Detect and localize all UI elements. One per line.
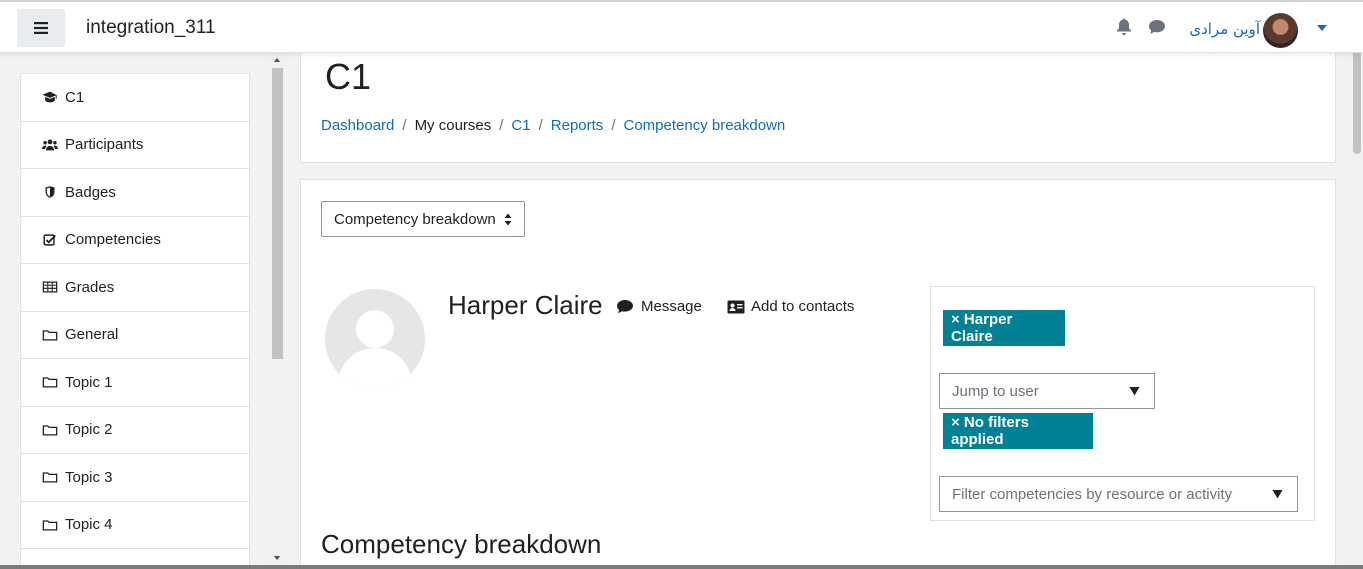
- page-header-card: [300, 43, 1336, 163]
- user-menu-name[interactable]: آوین مرادی: [1180, 20, 1260, 38]
- message-label: Message: [641, 298, 702, 315]
- scroll-down-arrow-icon[interactable]: [274, 556, 280, 560]
- breadcrumb-separator: /: [499, 117, 504, 134]
- user-full-name[interactable]: Harper Claire: [448, 290, 603, 321]
- breadcrumb-separator: /: [402, 117, 407, 134]
- site-name-link[interactable]: integration_311: [86, 17, 216, 39]
- check-square-icon: [41, 232, 59, 248]
- notifications-bell-icon[interactable]: [1116, 18, 1132, 35]
- address-card-icon: [727, 300, 745, 313]
- sidebar-item-participants[interactable]: Participants: [21, 122, 249, 169]
- folder-icon: [41, 422, 59, 438]
- sidebar-item-label: Topic 2: [65, 421, 113, 439]
- default-user-icon: [339, 310, 411, 389]
- scroll-up-arrow-icon[interactable]: [274, 58, 280, 62]
- hamburger-icon: [34, 22, 48, 34]
- dropdown-triangle-icon: [1272, 490, 1283, 499]
- table-icon: [41, 279, 59, 295]
- page-title: C1: [325, 56, 372, 97]
- drawer-nav-list: C1 Participants Badges Competencies Grad…: [20, 73, 250, 569]
- sidebar-item-topic-3[interactable]: Topic 3: [21, 454, 249, 502]
- message-button[interactable]: Message: [616, 298, 702, 315]
- sidebar-item-general[interactable]: General: [21, 312, 249, 359]
- jump-to-user-select[interactable]: Jump to user: [939, 373, 1155, 409]
- graduation-cap-icon: [41, 89, 59, 105]
- filter-competencies-placeholder: Filter competencies by resource or activ…: [952, 485, 1233, 503]
- breadcrumb-separator: /: [611, 117, 616, 134]
- drawer-scrollbar-thumb[interactable]: [272, 68, 283, 359]
- drawer-toggle-button[interactable]: [17, 9, 65, 47]
- users-icon: [41, 137, 59, 153]
- breadcrumb: Dashboard / My courses / C1 / Reports / …: [321, 117, 785, 134]
- sidebar-item-course[interactable]: C1: [21, 74, 249, 122]
- user-profile-picture: [325, 289, 425, 389]
- folder-icon: [41, 517, 59, 533]
- user-avatar[interactable]: [1263, 13, 1298, 48]
- sidebar-item-label: Badges: [65, 183, 116, 201]
- sidebar-item-label: General: [65, 326, 119, 344]
- jump-to-user-placeholder: Jump to user: [952, 382, 1039, 400]
- comment-icon: [617, 300, 633, 314]
- folder-icon: [41, 469, 59, 485]
- sidebar-item-label: Topic 1: [65, 373, 113, 391]
- top-navbar: integration_311 آوین مرادی: [0, 0, 1363, 53]
- report-type-select-value: Competency breakdown: [334, 210, 496, 228]
- breadcrumb-competency-breakdown[interactable]: Competency breakdown: [623, 117, 785, 134]
- add-to-contacts-button[interactable]: Add to contacts: [727, 298, 854, 315]
- folder-icon: [41, 327, 59, 343]
- sidebar-item-label: Topic 4: [65, 516, 113, 534]
- messages-chat-icon[interactable]: [1148, 19, 1166, 35]
- sidebar-item-label: Grades: [65, 278, 115, 296]
- no-filters-chip[interactable]: × No filters applied: [943, 413, 1093, 449]
- sidebar-item-topic-4[interactable]: Topic 4: [21, 502, 249, 549]
- shield-icon: [41, 184, 59, 200]
- sidebar-item-label: Topic 3: [65, 468, 113, 486]
- breadcrumb-dashboard[interactable]: Dashboard: [321, 117, 394, 134]
- breadcrumb-course[interactable]: C1: [511, 117, 530, 134]
- sort-updown-icon: [504, 213, 512, 226]
- sidebar-item-label: Competencies: [65, 231, 161, 249]
- sidebar-item-competencies[interactable]: Competencies: [21, 217, 249, 264]
- section-heading: Competency breakdown: [321, 529, 602, 559]
- sidebar-item-label: Participants: [65, 136, 144, 154]
- selected-user-chip[interactable]: × Harper Claire: [943, 310, 1065, 346]
- breadcrumb-my-courses: My courses: [414, 117, 492, 134]
- sidebar-item-label: C1: [65, 88, 85, 106]
- window-bottom-edge: [0, 565, 1363, 569]
- sidebar-item-badges[interactable]: Badges: [21, 169, 249, 217]
- breadcrumb-separator: /: [538, 117, 543, 134]
- user-menu-caret-icon[interactable]: [1317, 25, 1327, 31]
- course-drawer: C1 Participants Badges Competencies Grad…: [0, 53, 285, 569]
- filter-competencies-select[interactable]: Filter competencies by resource or activ…: [939, 476, 1298, 512]
- sidebar-item-grades[interactable]: Grades: [21, 264, 249, 312]
- breadcrumb-reports[interactable]: Reports: [551, 117, 604, 134]
- sidebar-item-topic-2[interactable]: Topic 2: [21, 407, 249, 454]
- add-to-contacts-label: Add to contacts: [751, 298, 855, 315]
- dropdown-triangle-icon: [1129, 387, 1140, 396]
- report-type-select[interactable]: Competency breakdown: [321, 201, 525, 237]
- sidebar-item-topic-1[interactable]: Topic 1: [21, 359, 249, 407]
- folder-icon: [41, 374, 59, 390]
